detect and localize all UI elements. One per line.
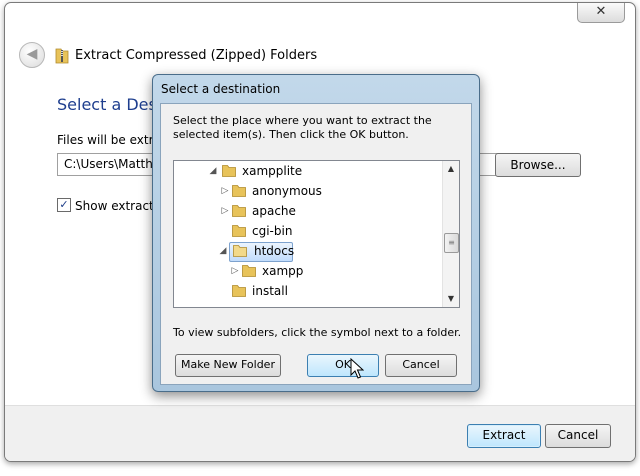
scroll-up-icon[interactable]: ▲ [443,161,459,177]
tree-item-htdocs[interactable]: ◢ htdocs [174,241,442,261]
collapse-arrow-icon[interactable]: ◢ [218,241,228,261]
close-button[interactable]: ✕ [577,3,625,23]
dialog-body: Select the place where you want to extra… [160,103,472,385]
folder-tree[interactable]: ◢ xampplite ▷ anonymous ▷ apache cgi-bin [173,160,460,308]
back-button[interactable]: ◀ [19,42,45,68]
dialog-hint: To view subfolders, click the symbol nex… [173,326,462,339]
ok-button[interactable]: OK [307,354,379,377]
tree-item-apache[interactable]: ▷ apache [174,201,442,221]
zip-folder-icon [55,48,69,64]
tree-item-label: htdocs [254,244,295,258]
make-new-folder-button[interactable]: Make New Folder [175,354,281,377]
extract-button[interactable]: Extract [467,424,541,448]
tree-scrollbar[interactable]: ▲ ≡ ▼ [442,161,459,307]
cancel-button[interactable]: Cancel [545,424,611,448]
tree-item-anonymous[interactable]: ▷ anonymous [174,181,442,201]
show-extracted-checkbox[interactable]: ✓ [57,198,71,212]
tree-item-label: cgi-bin [252,224,293,238]
tree-item-label: install [252,284,288,298]
folder-icon [222,165,236,177]
folder-icon [242,265,256,277]
tree-item-label: xampplite [242,164,303,178]
select-destination-dialog: Select a destination Select the place wh… [152,74,480,392]
tree-item-xampp[interactable]: ▷ xampp [174,261,442,281]
tree-item-label: apache [252,204,296,218]
tree-item-install[interactable]: install [174,281,442,301]
folder-icon [232,285,246,297]
scroll-thumb[interactable]: ≡ [444,233,459,253]
back-arrow-icon: ◀ [26,46,38,62]
browse-button[interactable]: Browse... [495,153,581,177]
collapse-arrow-icon[interactable]: ◢ [208,161,218,181]
tree-item-label: anonymous [252,184,322,198]
expand-arrow-icon[interactable]: ▷ [220,201,230,221]
dialog-cancel-button[interactable]: Cancel [385,354,457,377]
folder-icon [232,205,246,217]
expand-arrow-icon[interactable]: ▷ [220,181,230,201]
mouse-cursor-icon [350,358,364,379]
tree-item-cgi-bin[interactable]: cgi-bin [174,221,442,241]
dialog-title: Select a destination [161,82,281,96]
wizard-title: Extract Compressed (Zipped) Folders [75,48,318,63]
folder-icon [232,185,246,197]
tree-item-label: xampp [262,264,304,278]
tree-item-xampplite[interactable]: ◢ xampplite [174,161,442,181]
folder-icon [233,245,247,257]
folder-icon [232,225,246,237]
wizard-footer: Extract Cancel [5,405,635,461]
expand-arrow-icon[interactable]: ▷ [230,261,240,281]
close-icon: ✕ [595,4,607,19]
dialog-instructions: Select the place where you want to extra… [173,114,432,141]
scroll-down-icon[interactable]: ▼ [443,291,459,307]
